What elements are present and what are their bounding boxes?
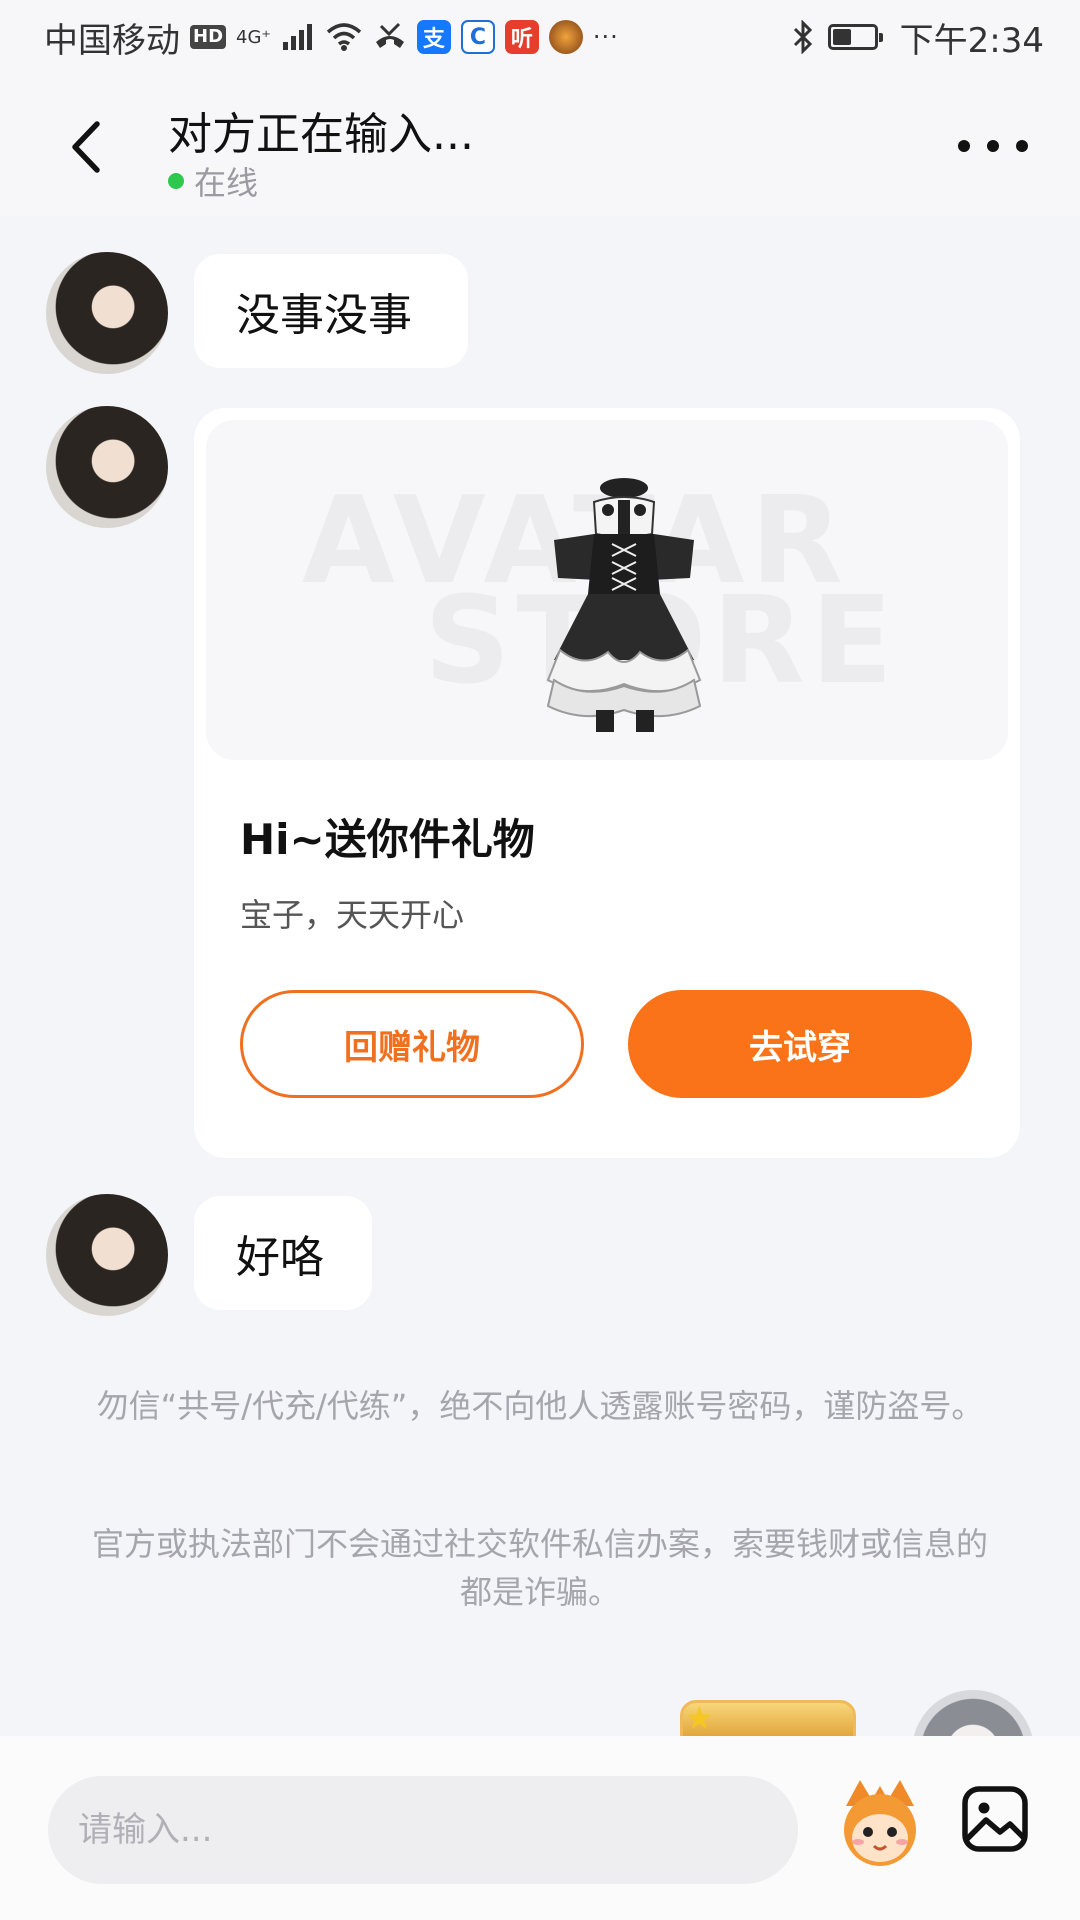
game-app-icon <box>548 20 583 54</box>
message-input[interactable] <box>48 1776 798 1884</box>
battery-icon <box>827 24 883 50</box>
mascot-face-icon <box>844 1780 916 1866</box>
gift-image: AVATAR STORE <box>206 420 1008 760</box>
image-icon <box>962 1786 1028 1852</box>
chat-header: 对方正在输入... 在线 <box>0 74 1080 216</box>
dot-icon <box>958 140 970 152</box>
network-type: 4G⁺ <box>236 26 271 48</box>
gift-title: Hi~送你件礼物 <box>240 815 535 864</box>
missed-call-icon <box>375 22 404 48</box>
online-dot-icon <box>168 173 184 189</box>
message-bubble: 没事没事 <box>194 254 468 368</box>
hd-badge: HD <box>190 25 227 49</box>
avatar[interactable] <box>46 1194 168 1316</box>
bluetooth-icon <box>793 20 812 54</box>
message-text: 好咯 <box>236 1232 324 1283</box>
message-bubble: 好咯 <box>194 1196 372 1310</box>
image-button[interactable] <box>960 1784 1030 1854</box>
back-button[interactable] <box>56 112 116 182</box>
message-text: 没事没事 <box>236 290 412 341</box>
carrier-name: 中国移动 <box>44 20 180 61</box>
try-on-button[interactable]: 去试穿 <box>628 990 972 1098</box>
listen-app-icon: 听 <box>504 20 539 54</box>
gift-card: AVATAR STORE Hi~送你件礼物 宝子，天天开心 回赠礼物 去试穿 <box>194 408 1020 1158</box>
dot-icon <box>987 140 999 152</box>
gift-message: 宝子，天天开心 <box>240 896 465 934</box>
status-bar: 中国移动 HD 4G⁺ 支 C 听 ··· 下午2:34 <box>0 0 1080 74</box>
more-notifications-icon: ··· <box>592 23 619 51</box>
security-notice: 勿信“共号/代充/代练”，绝不向他人透露账号密码，谨防盗号。 <box>96 1387 984 1425</box>
signal-icon <box>282 24 312 50</box>
sticker-partial: ★ <box>680 1700 856 1740</box>
online-status: 在线 <box>168 158 258 204</box>
avatar[interactable] <box>46 252 168 374</box>
clock: 下午2:34 <box>899 20 1044 61</box>
page-title: 对方正在输入... <box>168 109 474 160</box>
return-gift-button[interactable]: 回赠礼物 <box>240 990 584 1098</box>
input-bar <box>0 1736 1080 1920</box>
chevron-left-icon <box>72 121 100 173</box>
browser-icon: C <box>460 20 495 54</box>
online-status-label: 在线 <box>194 164 259 202</box>
alipay-icon: 支 <box>416 20 451 54</box>
wifi-icon <box>326 23 362 51</box>
dot-icon <box>1016 140 1028 152</box>
more-options-button[interactable] <box>958 122 1028 170</box>
fraud-notice: 官方或执法部门不会通过社交软件私信办案，索要钱财或信息的都是诈骗。 <box>91 1525 988 1611</box>
avatar[interactable] <box>46 406 168 528</box>
star-icon: ★ <box>685 1700 714 1737</box>
sticker-button[interactable] <box>832 1776 928 1872</box>
maid-dress-image <box>546 478 702 732</box>
